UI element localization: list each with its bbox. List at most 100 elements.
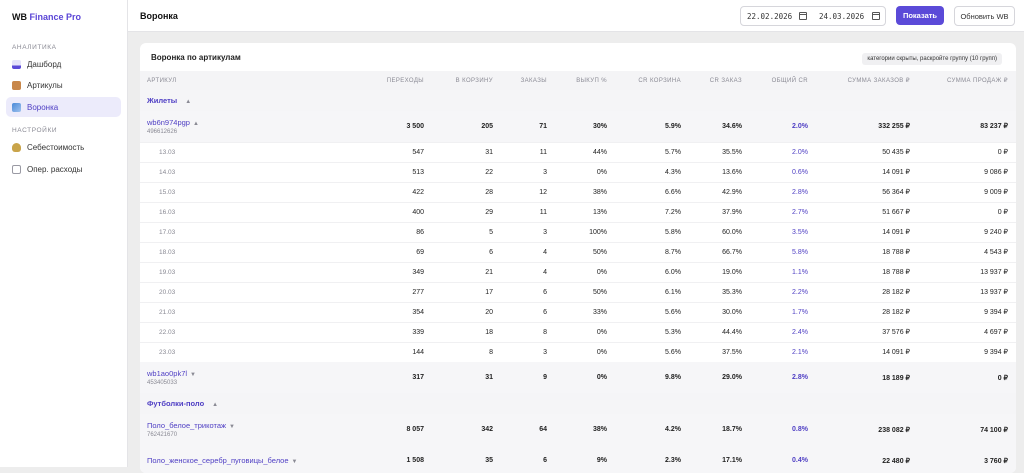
table-cell: 17	[432, 281, 501, 302]
expand-toggle-icon[interactable]: ▼	[292, 459, 298, 465]
table-cell: 9%	[555, 445, 615, 473]
group-row[interactable]: Жилеты ▲	[140, 90, 1016, 111]
table-cell: 31	[432, 141, 501, 162]
expand-toggle-icon[interactable]: ▼	[229, 424, 235, 430]
table-cell: 13 937 ₽	[918, 261, 1016, 282]
table-cell: 0%	[555, 362, 615, 393]
table-cell: 4	[501, 261, 555, 282]
article-row[interactable]: wb1ao0pk7l ▼ 453405033 317 31 9 0% 9.8% 29.0% 2.8…	[140, 362, 1016, 393]
article-row[interactable]: Поло_белое_трикотаж ▼ 762421670 8 057 342 64 3…	[140, 414, 1016, 445]
table-cell: 60.0%	[689, 221, 750, 242]
sidebar: WB Finance Pro АНАЛИТИКА Дашборд Артикул…	[0, 0, 128, 467]
table-cell: 5.8%	[615, 221, 689, 242]
table-cell: 28 182 ₽	[816, 281, 918, 302]
table-cell: 7.2%	[615, 201, 689, 222]
table-cell: 17.03	[140, 221, 330, 242]
column-header: CR ЗАКАЗ	[689, 71, 750, 90]
article-link[interactable]: wb1ao0pk7l ▼	[147, 369, 322, 378]
sidebar-item-opex[interactable]: Опер. расходы	[6, 159, 121, 179]
article-cell[interactable]: wb1ao0pk7l ▼ 453405033	[140, 362, 330, 393]
collapse-toggle-icon[interactable]: ▲	[212, 402, 218, 408]
group-cell[interactable]: Жилеты ▲	[140, 90, 1016, 111]
article-cell[interactable]: Поло_женское_серебр_пуговицы_белое ▼	[140, 445, 330, 473]
article-name[interactable]: Поло_женское_серебр_пуговицы_белое	[147, 456, 289, 465]
expand-toggle-icon[interactable]: ▼	[190, 372, 196, 378]
article-row[interactable]: wb6n974pgp ▲ 496612626 3 500 205 71 30% 5.9% 34.…	[140, 111, 1016, 142]
table-cell: 13%	[555, 201, 615, 222]
table-cell: 9 009 ₽	[918, 181, 1016, 202]
group-cell[interactable]: Футболки-поло ▲	[140, 393, 1016, 414]
calendar-icon[interactable]	[872, 12, 880, 20]
table-cell: 44%	[555, 141, 615, 162]
table-cell: 15.03	[140, 181, 330, 202]
table-cell: 18.7%	[689, 414, 750, 445]
table-cell: 6	[432, 241, 501, 262]
table-cell: 0 ₽	[918, 141, 1016, 162]
sidebar-item-dashboard[interactable]: Дашборд	[6, 54, 121, 74]
table-cell: 21.03	[140, 301, 330, 322]
date-to-input[interactable]: 24.03.2026	[819, 12, 864, 21]
table-cell: 0.8%	[750, 414, 816, 445]
table-cell: 8 057	[330, 414, 432, 445]
table-cell: 14 091 ₽	[816, 341, 918, 362]
table-cell: 18 189 ₽	[816, 362, 918, 393]
table-cell: 21	[432, 261, 501, 282]
day-row: 19.03 349 21 4 0% 6.0% 19.0% 1.1% 18 788 ₽13 937…	[140, 261, 1016, 282]
table-cell: 513	[330, 161, 432, 182]
show-button[interactable]: Показать	[896, 6, 944, 25]
table-cell: 50 435 ₽	[816, 141, 918, 162]
day-row: 17.03 86 5 3 100% 5.8% 60.0% 3.5% 14 091 ₽9 240 …	[140, 221, 1016, 242]
table-cell: 2.0%	[750, 141, 816, 162]
refresh-wb-button[interactable]: Обновить WB	[954, 6, 1015, 26]
table-cell: 2.8%	[750, 362, 816, 393]
table-cell: 13.03	[140, 141, 330, 162]
table-cell: 83 237 ₽	[918, 111, 1016, 142]
table-cell: 74 100 ₽	[918, 414, 1016, 445]
table-cell: 0%	[555, 341, 615, 362]
sidebar-item-funnel[interactable]: Воронка	[6, 97, 121, 117]
table-cell: 5.6%	[615, 301, 689, 322]
box-icon	[12, 80, 21, 90]
table-cell: 11	[501, 201, 555, 222]
table-cell: 0%	[555, 321, 615, 342]
column-header: ВЫКУП %	[555, 71, 615, 90]
table-cell: 9	[501, 362, 555, 393]
column-header: ПЕРЕХОДЫ	[330, 71, 432, 90]
date-from-input[interactable]: 22.02.2026	[747, 12, 792, 21]
calendar-icon[interactable]	[799, 12, 807, 20]
table-cell: 6	[501, 281, 555, 302]
table-cell: 8.7%	[615, 241, 689, 262]
article-link[interactable]: Поло_женское_серебр_пуговицы_белое ▼	[147, 456, 322, 465]
expand-toggle-icon[interactable]: ▲	[193, 121, 199, 127]
table-cell: 0.6%	[750, 161, 816, 182]
table-cell: 9 240 ₽	[918, 221, 1016, 242]
table-cell: 13 937 ₽	[918, 281, 1016, 302]
table-cell: 22.03	[140, 321, 330, 342]
table-cell: 16.03	[140, 201, 330, 222]
collapse-toggle-icon[interactable]: ▲	[185, 99, 191, 105]
column-header: ЗАКАЗЫ	[501, 71, 555, 90]
article-row[interactable]: Поло_женское_серебр_пуговицы_белое ▼ 1 508…	[140, 445, 1016, 473]
column-header: СУММА ЗАКАЗОВ ₽	[816, 71, 918, 90]
article-link[interactable]: Поло_белое_трикотаж ▼	[147, 421, 322, 430]
article-cell[interactable]: wb6n974pgp ▲ 496612626	[140, 111, 330, 142]
table-cell: 30%	[555, 111, 615, 142]
day-row: 18.03 69 6 4 50% 8.7% 66.7% 5.8% 18 788 ₽4 543 ₽	[140, 241, 1016, 262]
article-cell[interactable]: Поло_белое_трикотаж ▼ 762421670	[140, 414, 330, 445]
sidebar-item-label: Воронка	[27, 102, 59, 112]
article-name[interactable]: Поло_белое_трикотаж	[147, 421, 226, 430]
table-cell: 277	[330, 281, 432, 302]
table-cell: 332 255 ₽	[816, 111, 918, 142]
group-name[interactable]: Футболки-поло	[147, 399, 204, 408]
sidebar-item-cost[interactable]: Себестоимость	[6, 137, 121, 157]
article-link[interactable]: wb6n974pgp ▲	[147, 118, 322, 127]
article-name[interactable]: wb6n974pgp	[147, 118, 190, 127]
date-range-picker[interactable]: 22.02.2026 24.03.2026	[740, 6, 886, 26]
group-name[interactable]: Жилеты	[147, 96, 177, 105]
funnel-card: Воронка по артикулам категории скрыты, р…	[140, 43, 1016, 473]
group-row[interactable]: Футболки-поло ▲	[140, 393, 1016, 414]
table-cell: 18	[432, 321, 501, 342]
groups-hint-badge: категории скрыты, раскройте группу (10 г…	[862, 53, 1002, 65]
sidebar-item-articles[interactable]: Артикулы	[6, 75, 121, 95]
article-name[interactable]: wb1ao0pk7l	[147, 369, 187, 378]
